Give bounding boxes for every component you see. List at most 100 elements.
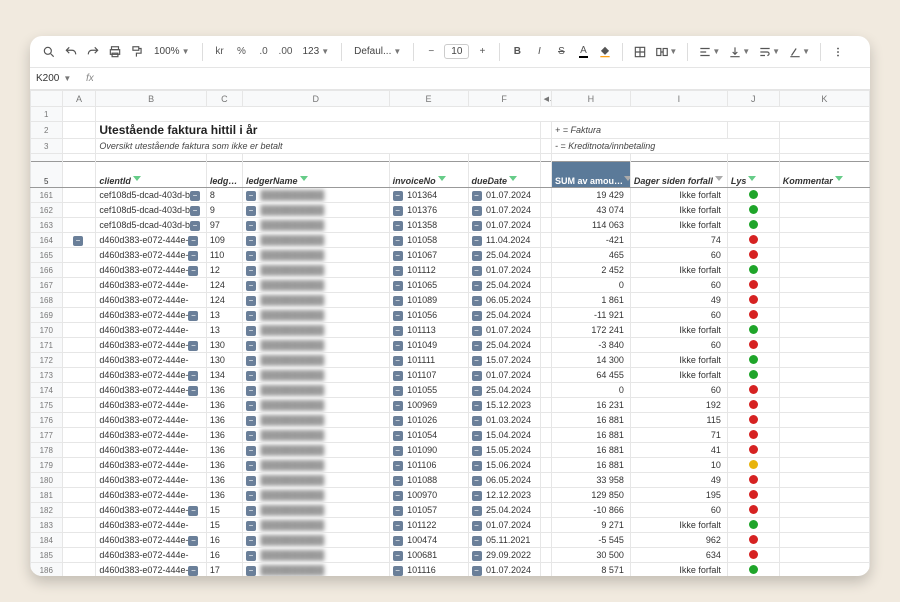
collapse-icon[interactable]: − [472, 251, 482, 261]
collapse-icon[interactable]: − [393, 311, 403, 321]
collapse-icon[interactable]: − [246, 266, 256, 276]
collapse-icon[interactable]: − [393, 566, 403, 576]
collapse-icon[interactable]: − [188, 536, 198, 546]
zoom-dropdown[interactable]: 100%▼ [150, 46, 194, 57]
collapse-icon[interactable]: − [188, 386, 198, 396]
row-number[interactable]: 176 [31, 413, 63, 428]
undo-icon[interactable] [62, 42, 80, 62]
col-J[interactable]: J [727, 91, 779, 107]
strikethrough-button[interactable]: S [552, 42, 570, 62]
table-row[interactable]: 176d460d383-e072-444e-136− ██████████− 1… [31, 413, 870, 428]
collapse-icon[interactable]: − [246, 566, 256, 576]
text-color-button[interactable]: A [574, 42, 592, 62]
more-icon[interactable] [829, 42, 847, 62]
collapse-icon[interactable]: − [246, 251, 256, 261]
collapse-icon[interactable]: − [472, 416, 482, 426]
collapse-icon[interactable]: − [393, 266, 403, 276]
row-number[interactable]: 171 [31, 338, 63, 353]
collapse-icon[interactable]: − [246, 296, 256, 306]
row-number[interactable]: 172 [31, 353, 63, 368]
hdr-clientid[interactable]: clientId [96, 162, 207, 188]
collapse-icon[interactable]: − [246, 371, 256, 381]
collapse-icon[interactable]: − [472, 401, 482, 411]
table-row[interactable]: 185d460d383-e072-444e-16− ██████████− 10… [31, 548, 870, 563]
collapse-icon[interactable]: − [246, 506, 256, 516]
row-number[interactable]: 166 [31, 263, 63, 278]
row-number[interactable]: 177 [31, 428, 63, 443]
collapse-icon[interactable]: − [188, 566, 198, 576]
collapse-icon[interactable]: − [246, 461, 256, 471]
paint-format-icon[interactable] [128, 42, 146, 62]
col-G[interactable]: ◀▶ [540, 91, 551, 107]
collapse-icon[interactable]: − [393, 446, 403, 456]
collapse-icon[interactable]: − [472, 386, 482, 396]
collapse-icon[interactable]: − [472, 356, 482, 366]
collapse-icon[interactable]: − [472, 191, 482, 201]
table-row[interactable]: 167d460d383-e072-444e-124− ██████████− 1… [31, 278, 870, 293]
collapse-icon[interactable]: − [246, 326, 256, 336]
collapse-icon[interactable]: − [393, 506, 403, 516]
table-row[interactable]: 170d460d383-e072-444e-13− ██████████− 10… [31, 323, 870, 338]
table-row[interactable]: 180d460d383-e072-444e-136− ██████████− 1… [31, 473, 870, 488]
table-row[interactable]: 172d460d383-e072-444e-130− ██████████− 1… [31, 353, 870, 368]
collapse-icon[interactable]: − [246, 536, 256, 546]
row-number[interactable]: 167 [31, 278, 63, 293]
grid[interactable]: A B C D E F ◀▶ H I J K 1 2Utestående fak… [30, 90, 870, 576]
collapse-icon[interactable]: − [393, 281, 403, 291]
collapse-icon[interactable]: − [246, 206, 256, 216]
collapse-icon[interactable]: − [188, 341, 198, 351]
collapse-icon[interactable]: − [472, 461, 482, 471]
table-row[interactable]: 171d460d383-e072-444e-−130− ██████████− … [31, 338, 870, 353]
col-E[interactable]: E [389, 91, 468, 107]
borders-button[interactable] [631, 42, 649, 62]
currency-format[interactable]: kr [211, 42, 229, 62]
collapse-icon[interactable]: − [393, 191, 403, 201]
collapse-icon[interactable]: − [246, 476, 256, 486]
row-number[interactable]: 168 [31, 293, 63, 308]
increase-decimal[interactable]: .00 [277, 42, 295, 62]
table-row[interactable]: 178d460d383-e072-444e-136− ██████████− 1… [31, 443, 870, 458]
collapse-icon[interactable]: − [393, 251, 403, 261]
italic-button[interactable]: I [530, 42, 548, 62]
collapse-icon[interactable]: − [246, 356, 256, 366]
row-number[interactable]: 186 [31, 563, 63, 577]
collapse-icon[interactable]: − [393, 326, 403, 336]
hdr-light[interactable]: Lys [727, 162, 779, 188]
row-number[interactable]: 185 [31, 548, 63, 563]
collapse-icon[interactable]: − [393, 431, 403, 441]
row-number[interactable]: 179 [31, 458, 63, 473]
collapse-icon[interactable]: − [246, 236, 256, 246]
row-number[interactable]: 184 [31, 533, 63, 548]
collapse-icon[interactable]: − [393, 416, 403, 426]
decrease-font-size[interactable]: − [422, 42, 440, 62]
collapse-icon[interactable]: − [472, 476, 482, 486]
collapse-icon[interactable]: − [246, 416, 256, 426]
collapse-icon[interactable]: − [472, 506, 482, 516]
collapse-icon[interactable]: − [246, 551, 256, 561]
increase-font-size[interactable]: + [473, 42, 491, 62]
redo-icon[interactable] [84, 42, 102, 62]
percent-format[interactable]: % [233, 42, 251, 62]
decrease-decimal[interactable]: .0 [255, 42, 273, 62]
collapse-icon[interactable]: − [188, 251, 198, 261]
collapse-icon[interactable]: − [472, 521, 482, 531]
row-number[interactable]: 182 [31, 503, 63, 518]
table-row[interactable]: 168d460d383-e072-444e-124− ██████████− 1… [31, 293, 870, 308]
col-B[interactable]: B [96, 91, 207, 107]
table-row[interactable]: 164−d460d383-e072-444e-−109− ██████████−… [31, 233, 870, 248]
table-row[interactable]: 169d460d383-e072-444e-−13− ██████████− 1… [31, 308, 870, 323]
collapse-icon[interactable]: − [246, 446, 256, 456]
font-family-dropdown[interactable]: Defaul...▼ [350, 46, 405, 57]
collapse-icon[interactable]: − [393, 341, 403, 351]
row-number[interactable]: 163 [31, 218, 63, 233]
collapse-icon[interactable]: − [246, 281, 256, 291]
table-row[interactable]: 166d460d383-e072-444e-−12− ██████████− 1… [31, 263, 870, 278]
collapse-icon[interactable]: − [472, 536, 482, 546]
table-row[interactable]: 161cef108d5-dcad-403d-b−8− ██████████− 1… [31, 188, 870, 203]
collapse-icon[interactable]: − [472, 296, 482, 306]
col-H[interactable]: H [551, 91, 630, 107]
hdr-sum[interactable]: SUM av amount [551, 162, 630, 188]
table-row[interactable]: 183d460d383-e072-444e-15− ██████████− 10… [31, 518, 870, 533]
table-row[interactable]: 179d460d383-e072-444e-136− ██████████− 1… [31, 458, 870, 473]
col-F[interactable]: F [468, 91, 540, 107]
